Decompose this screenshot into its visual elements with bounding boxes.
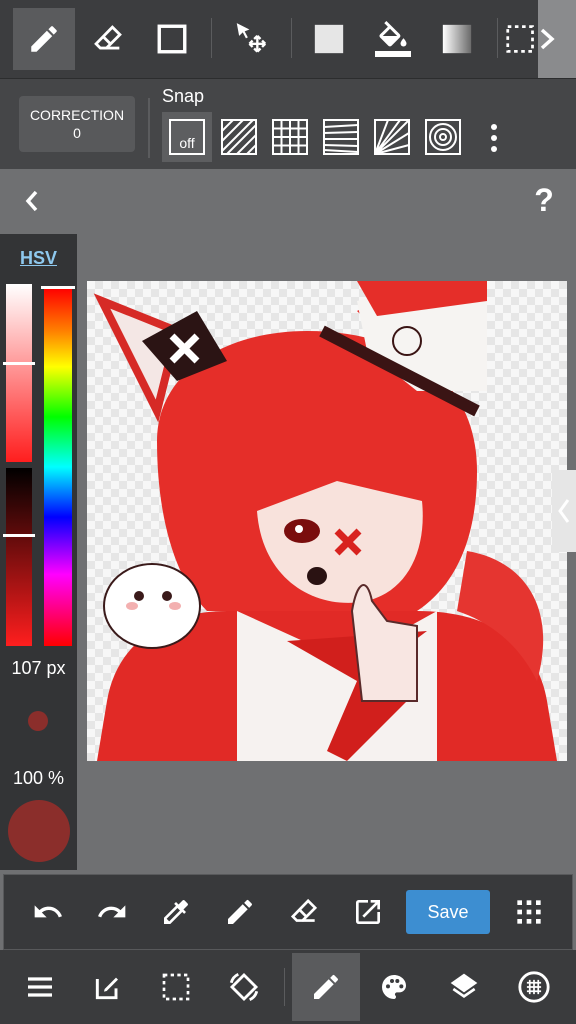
snap-divider [148,98,150,158]
pencil-icon [31,26,57,52]
undo-button[interactable] [26,890,70,934]
snap-circle-button[interactable] [418,112,468,162]
chevron-left-icon [25,190,38,212]
eyedropper-icon [164,900,188,924]
saturation-slider[interactable] [6,284,32,462]
opacity-label: 100 % [12,768,65,788]
square-outline-icon [157,24,187,54]
export-icon [356,900,380,924]
grid-snap-icon [272,119,308,155]
artwork-image [93,281,557,761]
top-toolbar [0,0,576,78]
perspective-snap-icon [323,119,359,155]
redo-button[interactable] [90,890,134,934]
chevron-right-icon [540,28,555,50]
menu-icon [28,977,52,997]
rectangle-tool-button[interactable] [141,8,203,70]
move-arrow-icon [236,23,267,53]
layers-icon [450,973,478,998]
bottom-divider [284,968,285,1006]
snap-more-button[interactable] [480,118,508,158]
hue-handle[interactable] [41,286,75,289]
dot-icon [491,135,497,141]
more-tools-button[interactable] [538,0,576,78]
export-button[interactable] [346,890,390,934]
correction-button[interactable]: CORRECTION 0 [19,96,135,152]
toolbar-divider [211,18,212,58]
eraser-tool-button[interactable] [77,8,139,70]
toolbar-divider [497,18,498,58]
brush-size-label: 107 px [11,658,66,678]
hsv-tab[interactable]: HSV [0,248,77,269]
snap-label: Snap [162,86,205,106]
correction-label: CORRECTION [29,107,125,123]
dashed-selection-icon [506,25,534,53]
dot-icon [491,124,497,130]
nav-row: ? [0,168,576,234]
grid-menu-button[interactable] [507,890,551,934]
edit-icon [95,977,118,1000]
current-color-swatch[interactable] [8,800,70,862]
fill-color-tool-button[interactable] [298,8,360,70]
drawing-canvas[interactable] [87,281,567,761]
snap-perspective-button[interactable] [316,112,366,162]
redo-icon [98,905,126,918]
transform-icon [229,972,259,1002]
material-button[interactable] [500,953,568,1021]
side-panel-handle[interactable] [552,470,576,552]
eraser-icon [290,898,318,922]
brush-button[interactable] [292,953,360,1021]
correction-value: 0 [73,125,81,141]
radial-snap-icon [374,119,410,155]
eraser-button[interactable] [282,890,326,934]
undo-icon [34,905,62,918]
pencil-icon [228,899,252,924]
selection-button[interactable] [142,953,210,1021]
palette-button[interactable] [360,953,428,1021]
paint-bucket-icon [375,21,411,57]
parallel-snap-icon [221,119,257,155]
pen-tool-button[interactable] [13,8,75,70]
selection-icon [162,973,190,1001]
saturation-handle[interactable] [3,362,35,365]
material-icon [518,971,550,1003]
dots-grid-icon [517,900,541,924]
eraser-icon [94,25,122,50]
chevron-left-icon [558,499,570,523]
gradient-icon [442,24,472,54]
layers-button[interactable] [430,953,498,1021]
value-slider[interactable] [6,468,32,646]
brush-size-preview[interactable] [28,711,48,731]
select-tool-button[interactable] [505,8,538,70]
toolbar-divider [291,18,292,58]
palette-icon [382,975,406,999]
menu-button[interactable] [6,953,74,1021]
snap-off-label: off [169,119,205,155]
bucket-tool-button[interactable] [362,8,424,70]
snap-off-button[interactable]: off [162,112,212,162]
snap-grid-button[interactable] [265,112,315,162]
snap-radial-button[interactable] [367,112,417,162]
edit-button[interactable] [74,953,142,1021]
gradient-tool-button[interactable] [426,8,488,70]
snap-parallel-button[interactable] [214,112,264,162]
eyedropper-button[interactable] [154,890,198,934]
save-button[interactable]: Save [406,890,490,934]
filled-square-icon [314,24,344,54]
help-button[interactable]: ? [528,182,560,222]
transform-button[interactable] [210,953,278,1021]
value-handle[interactable] [3,534,35,537]
brush-icon [314,974,338,999]
hue-slider[interactable] [44,288,72,646]
back-button[interactable] [16,184,48,218]
pencil-button[interactable] [218,890,262,934]
dot-icon [491,146,497,152]
circle-snap-icon [425,119,461,155]
move-tool-button[interactable] [220,8,282,70]
